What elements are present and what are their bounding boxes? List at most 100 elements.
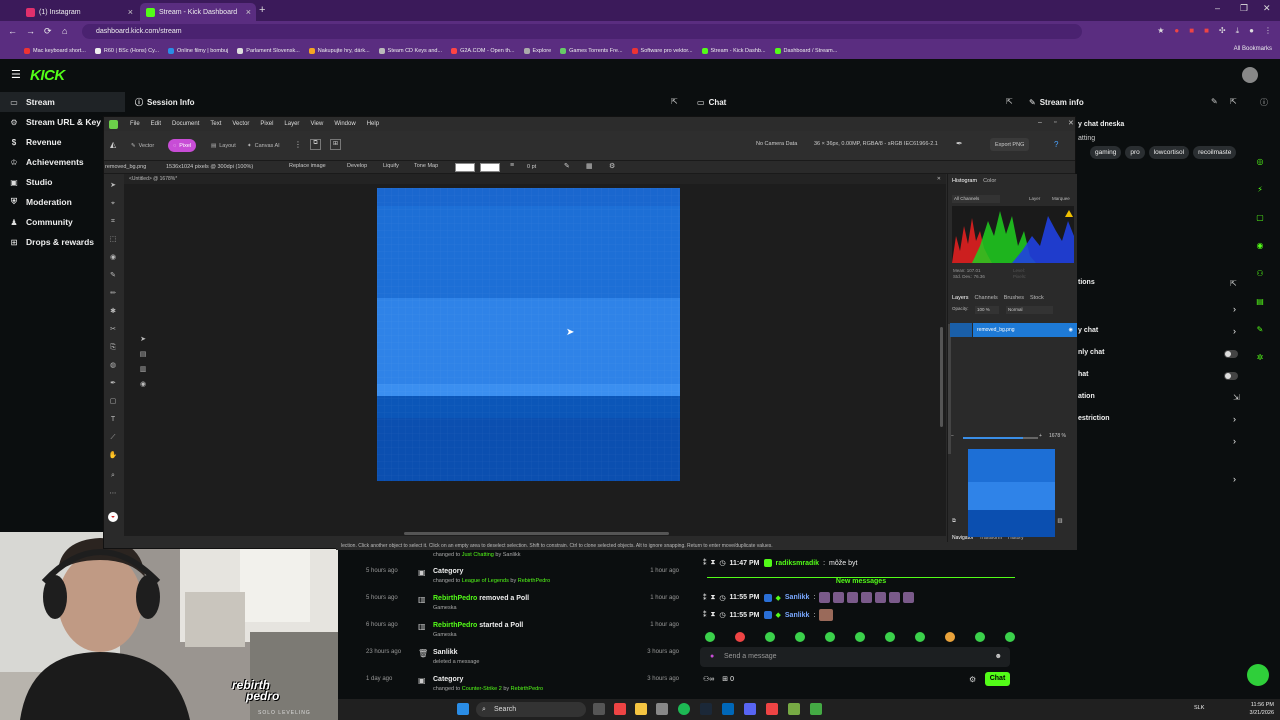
persona-layout[interactable]: ▤ Layout <box>206 139 241 152</box>
delete-layer-icon[interactable]: ▥ <box>1057 518 1062 528</box>
zoom-tool-icon[interactable]: ⌕ <box>108 471 118 481</box>
home-icon[interactable]: ⌂ <box>62 26 67 36</box>
maximize-icon[interactable]: ▫ <box>1054 119 1056 126</box>
text-tool-icon[interactable]: T <box>108 415 118 425</box>
layer-item[interactable]: removed_bg.png ◉ <box>973 323 1077 337</box>
stroke-swatch[interactable] <box>480 163 500 172</box>
move-tool-icon[interactable]: ➤ <box>108 181 118 191</box>
color-swatch-icon[interactable]: ◒ <box>108 512 118 522</box>
pencil-icon[interactable]: ✎ <box>564 162 570 170</box>
avatar[interactable] <box>1242 67 1258 83</box>
external-link-icon[interactable]: ⇲ <box>1233 393 1240 402</box>
forward-icon[interactable]: → <box>26 26 35 36</box>
tab-histogram[interactable]: Histogram <box>952 178 977 184</box>
tab-brushes[interactable]: Brushes <box>1004 295 1024 301</box>
gear-icon[interactable]: ⚙ <box>609 162 615 170</box>
stack-icon[interactable]: ▥ <box>136 365 150 373</box>
close-icon[interactable]: × <box>128 7 133 17</box>
menu-vector[interactable]: Vector <box>232 121 249 127</box>
histogram-layer-option[interactable]: Layer <box>1029 196 1040 201</box>
emote-icon[interactable] <box>705 632 715 642</box>
bookmark[interactable]: Stream - Kick Dashb... <box>701 47 766 54</box>
bookmark[interactable]: Games Torrents Fre... <box>560 47 623 54</box>
blend-mode-select[interactable]: Normal <box>1006 306 1053 314</box>
chevron-right-icon[interactable]: › <box>1233 474 1236 484</box>
user-link[interactable]: RebirthPedro <box>518 578 550 584</box>
image-size-select[interactable]: 1536x1024 pixels @ 300dpi (100%) <box>166 164 253 170</box>
emote-icon[interactable] <box>945 632 955 642</box>
system-clock[interactable]: 11:56 PM 3/21/2026 <box>1250 701 1274 717</box>
histogram-marquee-option[interactable]: Marquee <box>1052 196 1070 201</box>
tone-map-button[interactable]: Tone Map <box>411 163 441 172</box>
grid-icon[interactable]: ⊞ <box>330 139 341 150</box>
pin-icon[interactable]: ⁑ <box>703 594 707 602</box>
retouch-tool-icon[interactable]: ✂ <box>108 325 118 335</box>
blur-tool-icon[interactable]: ◍ <box>108 361 118 371</box>
popout-icon[interactable]: ⇱ <box>671 97 678 106</box>
menu-pixel[interactable]: Pixel <box>260 121 273 127</box>
menu-icon[interactable]: ⋮ <box>1264 26 1272 36</box>
fill-tool-icon[interactable]: ◉ <box>108 253 118 263</box>
task-view-icon[interactable] <box>593 703 605 715</box>
menu-view[interactable]: View <box>310 121 323 127</box>
emote-icon[interactable] <box>825 632 835 642</box>
settings-icon[interactable]: ⚙ <box>969 675 976 684</box>
help-icon[interactable]: ? <box>1054 140 1058 149</box>
bookmark[interactable]: Explore <box>523 47 551 54</box>
persona-canvas-ai[interactable]: ✦ Canvas AI <box>242 139 285 152</box>
menu-text[interactable]: Text <box>210 121 221 127</box>
chevron-right-icon[interactable]: › <box>1233 304 1236 314</box>
affinity-home-icon[interactable]: ◭ <box>110 140 116 149</box>
category-link[interactable]: Just Chatting <box>462 552 494 558</box>
channels-select[interactable]: All Channels <box>952 195 1000 203</box>
star-icon[interactable]: ★ <box>1157 26 1164 36</box>
support-chat-button[interactable] <box>1247 664 1269 686</box>
mod-icon[interactable]: ⚇ <box>1252 266 1268 282</box>
extension-icon[interactable]: ■ <box>1204 26 1209 36</box>
category-link[interactable]: Counter-Strike 2 <box>462 686 502 692</box>
clip-icon[interactable]: ▢ <box>1252 210 1268 226</box>
shape-tool-icon[interactable]: ▢ <box>108 397 118 407</box>
microphone-icon[interactable]: ● <box>710 647 714 667</box>
tab-layers[interactable]: Layers <box>952 295 969 301</box>
zoom-in-icon[interactable]: + <box>1039 433 1042 439</box>
pin-icon[interactable]: ⁑ <box>703 559 707 567</box>
discord-icon[interactable] <box>744 703 756 715</box>
url-field[interactable]: dashboard.kick.com/stream <box>82 24 1082 39</box>
close-icon[interactable]: ✕ <box>937 174 941 184</box>
document-tab[interactable]: <Untitled> @ 1678%* ✕ <box>124 174 946 184</box>
bookmark[interactable]: Software pro vektor... <box>631 47 693 54</box>
info-icon[interactable]: ⓘ <box>1260 97 1268 108</box>
emote-icon[interactable] <box>975 632 985 642</box>
chevron-right-icon[interactable]: › <box>1233 326 1236 336</box>
profile-icon[interactable]: ● <box>1249 26 1254 36</box>
maximize-icon[interactable]: ❐ <box>1240 3 1248 14</box>
dodge-tool-icon[interactable]: ✱ <box>108 307 118 317</box>
develop-button[interactable]: Develop <box>344 163 370 172</box>
user-link[interactable]: RebirthPedro <box>433 622 477 629</box>
kick-logo[interactable]: KICK <box>30 67 65 84</box>
all-bookmarks[interactable]: All Bookmarks <box>1234 46 1272 52</box>
bookmark[interactable]: Dashboard / Stream... <box>774 47 837 54</box>
extension-icon[interactable]: ■ <box>1189 26 1194 36</box>
infinity-icon[interactable]: ⚇∞ <box>703 675 714 683</box>
eyedropper-tool-icon[interactable]: ⟋ <box>108 433 118 443</box>
clone-tool-icon[interactable]: ⎘ <box>108 343 118 353</box>
category-link[interactable]: League of Legends <box>462 578 509 584</box>
more-tools-icon[interactable]: ⋯ <box>108 489 118 499</box>
steam-icon[interactable] <box>700 703 712 715</box>
app-icon[interactable] <box>788 703 800 715</box>
zoom-slider[interactable] <box>963 437 1038 439</box>
menu-file[interactable]: File <box>130 121 140 127</box>
tab-kick-dashboard[interactable]: Stream - Kick Dashboard × <box>140 3 256 21</box>
app-icon[interactable] <box>722 703 734 715</box>
user-link[interactable]: RebirthPedro <box>511 686 543 692</box>
bookmark[interactable]: Steam CD Keys and... <box>378 47 442 54</box>
close-window-icon[interactable]: ✕ <box>1068 119 1074 127</box>
bookmark[interactable]: Mac keyboard short... <box>24 47 86 54</box>
popout-icon[interactable]: ⇱ <box>1230 97 1237 106</box>
liquify-button[interactable]: Liquify <box>380 163 402 172</box>
hamburger-icon[interactable]: ☰ <box>11 68 21 81</box>
fill-swatch[interactable] <box>455 163 475 172</box>
windows-start-icon[interactable] <box>457 703 469 715</box>
